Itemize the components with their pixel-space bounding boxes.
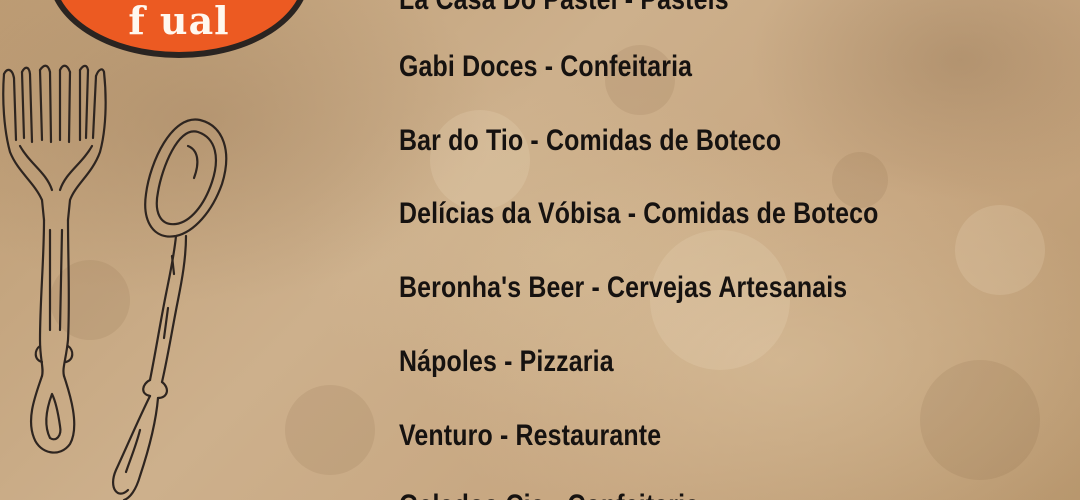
fork-icon [2, 64, 107, 454]
list-item: La Casa Do Pastel - Pastéis [399, 0, 729, 18]
logo-text: f ual [128, 0, 230, 43]
list-item: Gelados Cia - Confeitaria [399, 488, 699, 500]
list-item: Nápoles - Pizzaria [399, 345, 614, 378]
list-item: Gabi Doces - Confeitaria [399, 50, 693, 83]
list-item: Beronha's Beer - Cervejas Artesanais [399, 271, 848, 304]
restaurant-list: La Casa Do Pastel - Pastéis Gabi Doces -… [399, 0, 1069, 500]
list-item: Delícias da Vóbisa - Comidas de Boteco [399, 197, 879, 230]
cutlery-illustration [2, 64, 228, 500]
list-item: Venturo - Restaurante [399, 419, 662, 452]
list-item: Bar do Tio - Comidas de Boteco [399, 124, 782, 157]
poster-background: f ual Gabi Doces - Confeitaria Bar do Ti… [0, 0, 1080, 500]
spoon-icon [112, 118, 228, 500]
